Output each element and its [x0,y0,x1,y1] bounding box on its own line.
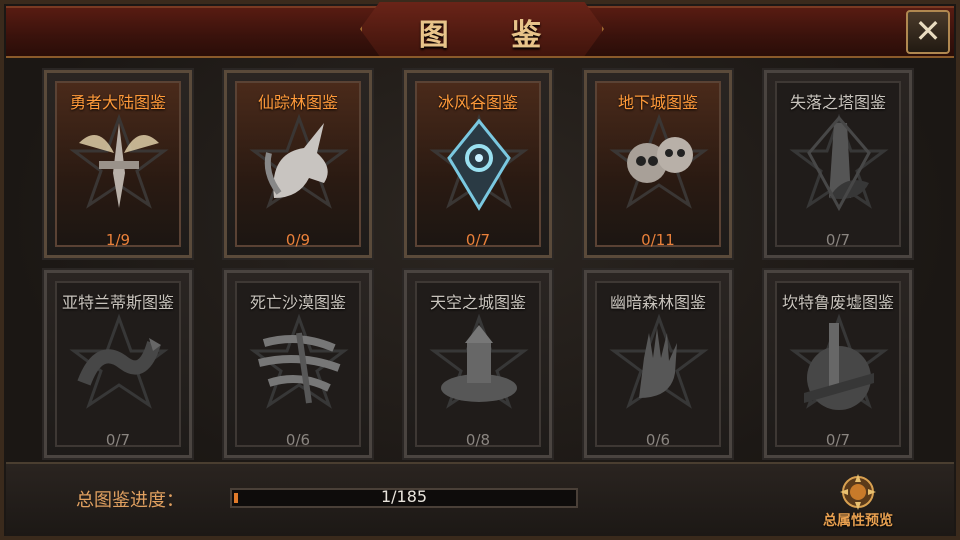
close-icon: ✕ [914,12,942,50]
card-title: 死亡沙漠图鉴 [249,293,346,312]
dark-hand-icon [609,313,709,409]
codex-card[interactable]: 幽暗森林图鉴 0/6 [582,268,734,460]
progress-label: 总图鉴进度： [76,490,184,511]
card-progress-count: 0/7 [465,231,491,249]
card-progress-count: 0/7 [825,231,851,249]
card-title: 地下城图鉴 [617,93,698,112]
card-progress-count: 0/7 [105,431,131,449]
codex-card[interactable]: 天空之城图鉴 0/8 [402,268,554,460]
card-title: 冰风谷图鉴 [437,93,518,112]
ice-crest-icon [429,113,529,211]
cloud-castle-icon [429,313,529,409]
codex-card[interactable]: 死亡沙漠图鉴 0/6 [222,268,374,460]
codex-card[interactable]: 失落之塔图鉴 0/7 [762,68,914,260]
codex-card[interactable]: 亚特兰蒂斯图鉴 0/7 [42,268,194,460]
card-progress-count: 1/9 [105,231,131,249]
card-progress-count: 0/6 [285,431,311,449]
serpent-icon [69,313,169,409]
codex-card[interactable]: 冰风谷图鉴 0/7 [402,68,554,260]
codex-card[interactable]: 勇者大陆图鉴 1/9 [42,68,194,260]
page-title: 图 鉴 [418,18,568,53]
card-title: 幽暗森林图鉴 [609,293,706,312]
sword-wings-icon [69,113,169,209]
card-progress-count: 0/11 [641,231,675,249]
card-title: 仙踪林图鉴 [257,93,338,112]
card-title: 亚特兰蒂斯图鉴 [61,293,174,312]
card-progress-count: 0/6 [645,431,671,449]
card-progress-count: 0/7 [825,431,851,449]
codex-card[interactable]: 地下城图鉴 0/11 [582,68,734,260]
codex-card[interactable]: 坎特鲁废墟图鉴 0/7 [762,268,914,460]
card-title: 失落之塔图鉴 [789,93,886,112]
progress-text: 1/185 [380,487,428,506]
card-title: 坎特鲁废墟图鉴 [781,293,894,312]
card-progress-count: 0/8 [465,431,491,449]
card-title: 勇者大陆图鉴 [69,93,166,112]
attribute-preview-label: 总属性预览 [823,513,893,529]
close-button[interactable]: ✕ [906,10,950,54]
ruins-icon [789,313,889,410]
codex-card[interactable]: 仙踪林图鉴 0/9 [222,68,374,260]
sandstorm-icon [249,313,349,409]
tower-icon [789,113,889,212]
skulls-icon [609,113,709,209]
codex-grid: 勇者大陆图鉴 1/9 仙踪林图鉴 0/9 冰风谷图鉴 0/7 地下城图鉴 0/11 失落之塔图鉴… [42,68,914,460]
attribute-emblem-icon [840,474,876,510]
card-title: 天空之城图鉴 [429,293,526,312]
attribute-preview-button[interactable]: 总属性预览 [808,470,908,532]
card-progress-count: 0/9 [285,231,311,249]
unicorn-icon [249,113,349,209]
